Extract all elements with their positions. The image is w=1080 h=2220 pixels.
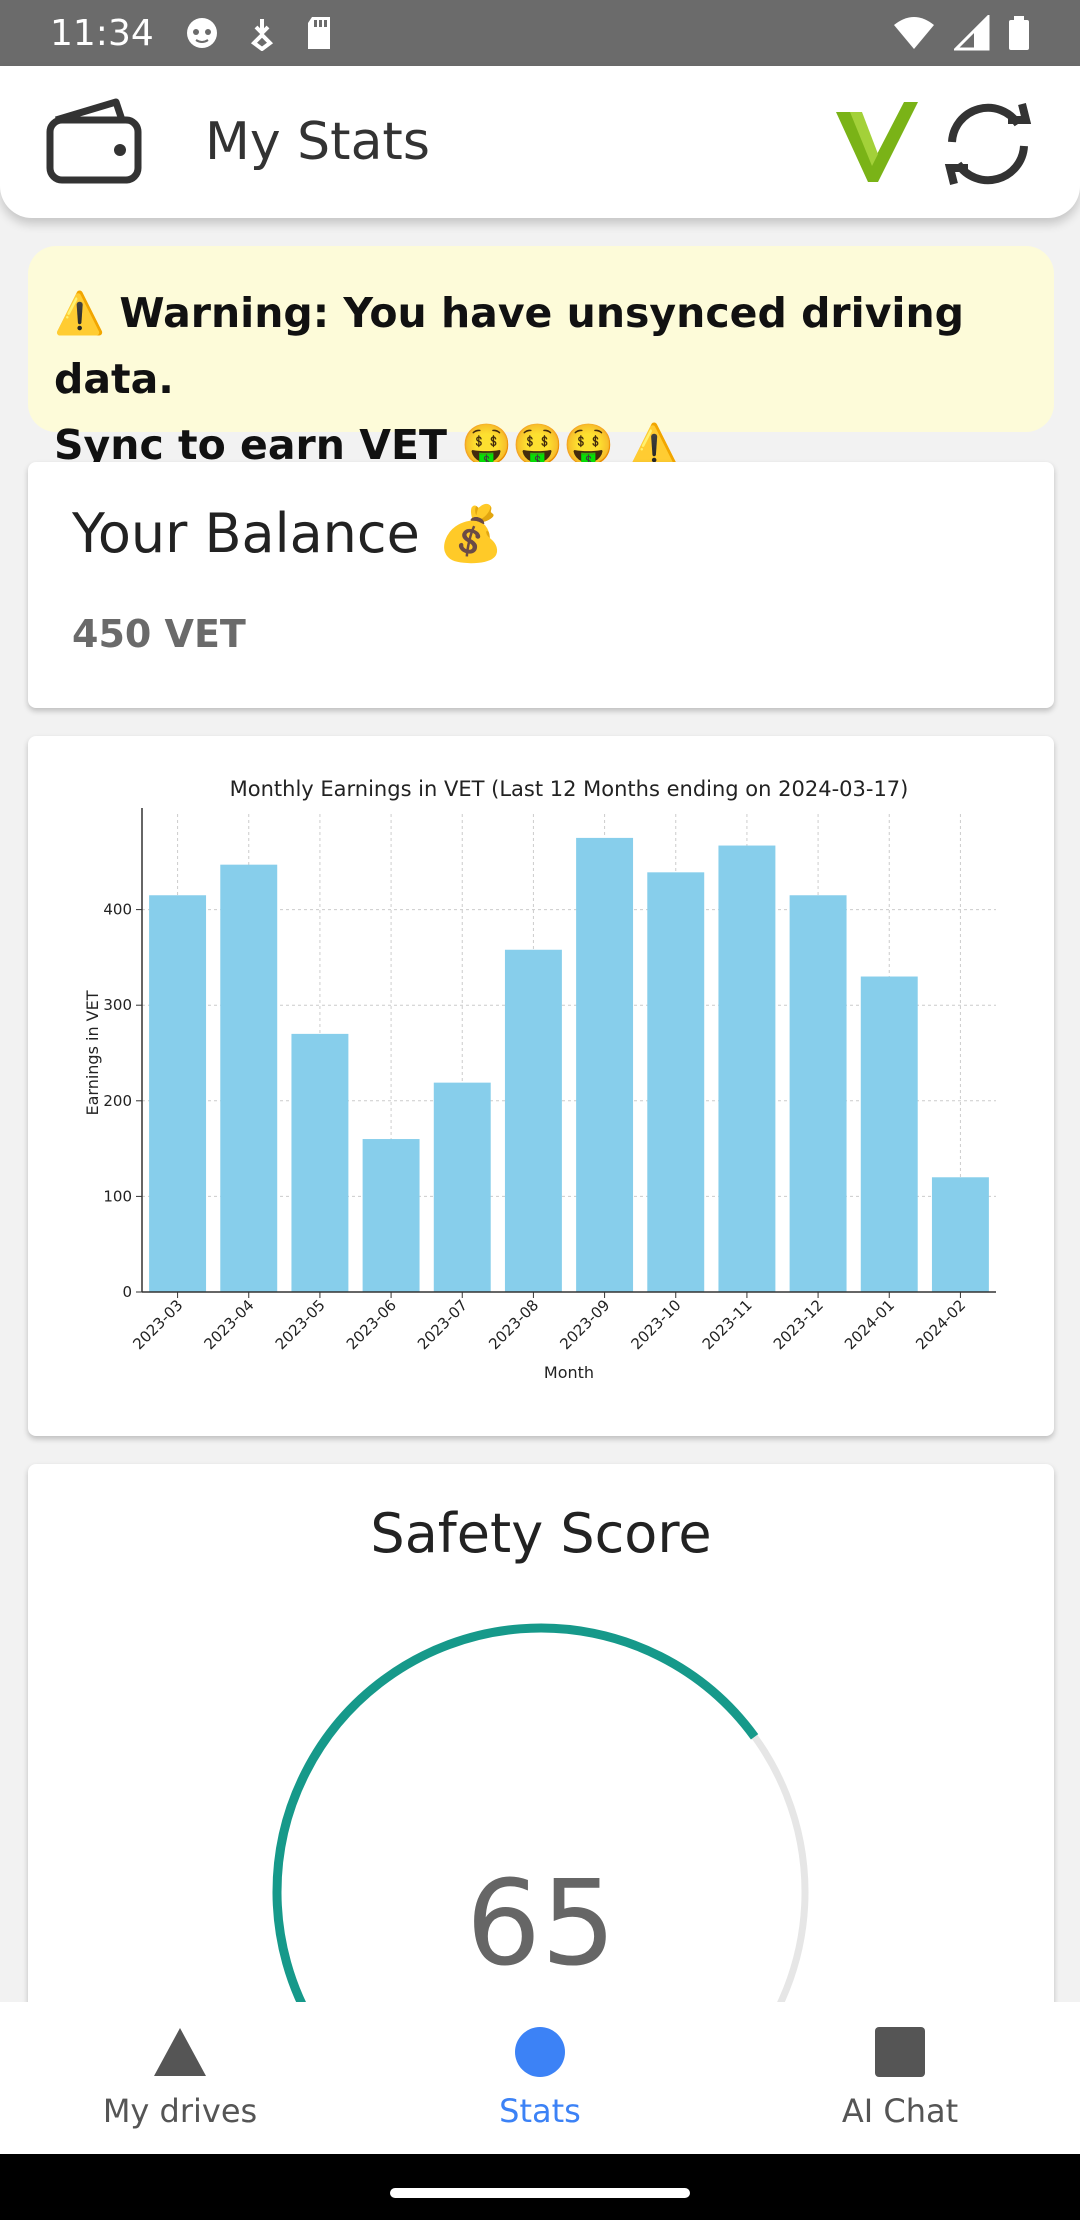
home-gesture-handle[interactable] bbox=[390, 2188, 690, 2198]
x-tick-label: 2023-08 bbox=[485, 1296, 542, 1353]
nav-label-my-drives: My drives bbox=[102, 2092, 258, 2130]
y-tick-label: 0 bbox=[122, 1283, 132, 1301]
status-bar: 11:34 bbox=[0, 0, 1080, 66]
x-tick-label: 2023-10 bbox=[628, 1296, 685, 1353]
sd-card-icon bbox=[307, 17, 330, 49]
x-tick-label: 2023-12 bbox=[770, 1296, 827, 1353]
x-tick-label: 2023-07 bbox=[414, 1296, 471, 1353]
app-bar: My Stats bbox=[0, 66, 1080, 218]
chart-bar-2023-03 bbox=[149, 895, 207, 1292]
balance-value: 450 VET bbox=[72, 612, 246, 656]
chart-title: Monthly Earnings in VET (Last 12 Months … bbox=[230, 777, 909, 801]
warning-line-1: ⚠️ Warning: You have unsynced driving da… bbox=[54, 289, 965, 403]
triangle-icon bbox=[152, 2024, 208, 2080]
unsynced-warning-banner: ⚠️ Warning: You have unsynced driving da… bbox=[28, 246, 1054, 469]
nav-item-my-drives[interactable]: My drives bbox=[0, 2002, 360, 2154]
status-time: 11:34 bbox=[50, 12, 154, 54]
y-axis-label: Earnings in VET bbox=[83, 990, 102, 1115]
chart-bar-2024-01 bbox=[860, 976, 918, 1292]
x-tick-label: 2023-06 bbox=[343, 1296, 400, 1353]
x-tick-label: 2024-01 bbox=[841, 1296, 898, 1353]
chart-bar-2023-12 bbox=[789, 895, 847, 1292]
earnings-chart-card: 0 100 200 300 400 2023-03 2023-04 2023-05 2023-0… bbox=[28, 736, 1054, 1436]
battery-icon bbox=[1009, 16, 1029, 50]
nav-item-stats[interactable]: Stats bbox=[360, 2002, 720, 2154]
chart-bar-2023-10 bbox=[647, 872, 705, 1292]
y-tick-label: 200 bbox=[103, 1092, 132, 1110]
screen: 11:34 My Stats ⚠️ Warning: You have unsy… bbox=[0, 0, 1080, 2220]
y-tick-label: 300 bbox=[103, 996, 132, 1014]
signal-icon bbox=[954, 15, 990, 51]
x-axis-label: Month bbox=[544, 1363, 594, 1382]
download-icon bbox=[250, 19, 273, 51]
sync-icon[interactable] bbox=[934, 98, 1042, 190]
x-tick-label: 2023-09 bbox=[556, 1296, 613, 1353]
square-icon bbox=[872, 2024, 928, 2080]
system-gesture-bar bbox=[0, 2154, 1080, 2220]
circle-icon bbox=[512, 2024, 568, 2080]
earnings-chart: 01002003004002023-03 2023-04 2023-05 2023-0… bbox=[83, 777, 996, 1382]
nav-label-ai-chat: AI Chat bbox=[841, 2092, 959, 2130]
bottom-navigation: My drives Stats AI Chat bbox=[0, 2002, 1080, 2154]
y-tick-label: 400 bbox=[103, 901, 132, 919]
safety-score-value: 65 bbox=[465, 1854, 617, 1992]
vechain-logo bbox=[836, 102, 918, 182]
status-icons-right bbox=[892, 15, 1030, 51]
chart-bar-2024-02 bbox=[931, 1177, 989, 1292]
chart-bar-2023-09 bbox=[576, 837, 634, 1292]
page-title: My Stats bbox=[205, 112, 430, 172]
nav-item-ai-chat[interactable]: AI Chat bbox=[720, 2002, 1080, 2154]
chart-bar-2023-07 bbox=[433, 1082, 491, 1292]
x-tick-label: 2023-11 bbox=[699, 1296, 756, 1353]
nav-label-stats: Stats bbox=[499, 2092, 581, 2130]
chart-bar-2023-08 bbox=[504, 949, 562, 1292]
cat-icon bbox=[186, 18, 217, 48]
y-tick-label: 100 bbox=[103, 1187, 132, 1205]
x-tick-label: 2023-03 bbox=[129, 1296, 186, 1353]
x-tick-label: 2024-02 bbox=[912, 1296, 969, 1353]
x-tick-label: 2023-05 bbox=[272, 1296, 329, 1353]
chart-bar-2023-06 bbox=[362, 1139, 420, 1292]
wifi-icon bbox=[894, 17, 934, 49]
balance-card: Your Balance 💰 450 VET bbox=[28, 462, 1054, 708]
chart-bar-2023-11 bbox=[718, 845, 776, 1292]
chart-bar-2023-05 bbox=[291, 1033, 349, 1292]
chart-bar-2023-04 bbox=[220, 864, 278, 1292]
x-tick-label: 2023-04 bbox=[201, 1296, 258, 1353]
status-icons-left bbox=[184, 15, 334, 51]
wallet-icon[interactable] bbox=[44, 96, 144, 186]
balance-title: Your Balance 💰 bbox=[72, 502, 505, 565]
